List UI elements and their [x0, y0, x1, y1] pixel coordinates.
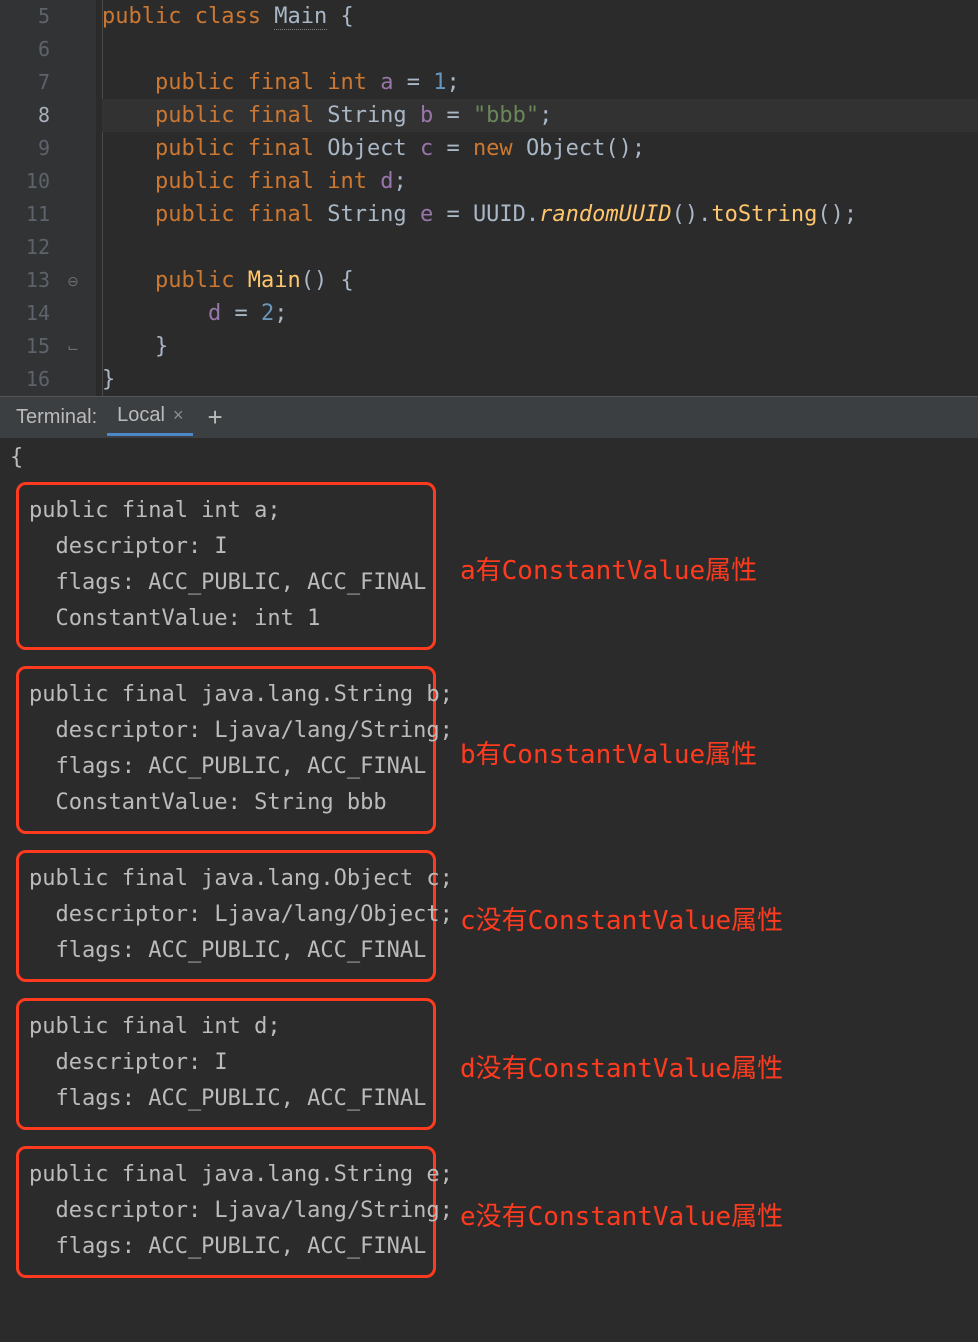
code-line[interactable]: public final String e = UUID.randomUUID(… [102, 198, 978, 231]
terminal-text: public final int d; [29, 1009, 423, 1045]
terminal-text: ConstantValue: String bbb [29, 785, 423, 821]
code-line[interactable]: public final int a = 1; [102, 66, 978, 99]
code-area[interactable]: public class Main { public final int a =… [96, 0, 978, 396]
code-line[interactable]: public final int d; [102, 165, 978, 198]
code-line[interactable] [102, 231, 978, 264]
field-info-box: public final java.lang.Object c; descrip… [16, 850, 436, 982]
line-number: 7 [0, 66, 50, 99]
code-line[interactable]: } [102, 363, 978, 396]
annotation-label: d没有ConstantValue属性 [460, 1048, 783, 1085]
terminal-label: Terminal: [6, 406, 107, 429]
code-line[interactable]: public Main() { [102, 264, 978, 297]
terminal-text: flags: ACC_PUBLIC, ACC_FINAL [29, 1081, 423, 1117]
terminal-text: descriptor: Ljava/lang/String; [29, 1193, 423, 1229]
field-info-box: public final int d; descriptor: I flags:… [16, 998, 436, 1130]
code-line[interactable]: public final Object c = new Object(); [102, 132, 978, 165]
terminal-text: { [10, 444, 968, 472]
close-tab-icon[interactable]: × [173, 405, 184, 426]
field-info-box: public final java.lang.String e; descrip… [16, 1146, 436, 1278]
annotation-label: e没有ConstantValue属性 [460, 1196, 783, 1233]
code-line[interactable]: d = 2; [102, 297, 978, 330]
terminal-text: descriptor: I [29, 529, 423, 565]
terminal-tab-local[interactable]: Local × [107, 400, 193, 436]
terminal-text: flags: ACC_PUBLIC, ACC_FINAL [29, 1229, 423, 1265]
code-line[interactable]: public final String b = "bbb"; [102, 99, 978, 132]
field-info-box: public final java.lang.String b; descrip… [16, 666, 436, 834]
field-info-box: public final int a; descriptor: I flags:… [16, 482, 436, 650]
line-number: 12 [0, 231, 50, 264]
annotation-label: c没有ConstantValue属性 [460, 900, 783, 937]
line-number: 10 [0, 165, 50, 198]
line-number: 8 [0, 99, 50, 132]
terminal-text: descriptor: I [29, 1045, 423, 1081]
terminal-tab-label: Local [117, 404, 165, 427]
line-number: 15 [0, 330, 50, 363]
terminal-text: descriptor: Ljava/lang/Object; [29, 897, 423, 933]
line-number: 16 [0, 363, 50, 396]
code-line[interactable]: } [102, 330, 978, 363]
code-line[interactable]: public class Main { [102, 0, 978, 33]
terminal-text: descriptor: Ljava/lang/String; [29, 713, 423, 749]
terminal-body[interactable]: { public final int a; descriptor: I flag… [0, 438, 978, 1342]
fold-collapse-icon[interactable]: ⊖ [66, 274, 80, 288]
annotation-label: b有ConstantValue属性 [460, 734, 757, 771]
terminal-text: ConstantValue: int 1 [29, 601, 423, 637]
line-number: 5 [0, 0, 50, 33]
line-number: 11 [0, 198, 50, 231]
terminal-text: public final java.lang.Object c; [29, 861, 423, 897]
line-number: 9 [0, 132, 50, 165]
terminal-text: public final int a; [29, 493, 423, 529]
terminal-text: public final java.lang.String e; [29, 1157, 423, 1193]
code-editor[interactable]: 5678910111213141516 public class Main { … [0, 0, 978, 396]
fold-column [60, 0, 96, 396]
line-number: 6 [0, 33, 50, 66]
line-number: 13 [0, 264, 50, 297]
new-terminal-tab-icon[interactable]: + [193, 402, 236, 433]
fold-end-icon[interactable]: ⌙ [66, 340, 80, 354]
terminal-text: flags: ACC_PUBLIC, ACC_FINAL [29, 933, 423, 969]
annotation-label: a有ConstantValue属性 [460, 550, 757, 587]
line-number: 14 [0, 297, 50, 330]
terminal-text: flags: ACC_PUBLIC, ACC_FINAL [29, 749, 423, 785]
terminal-tabs-bar: Terminal: Local × + [0, 396, 978, 438]
terminal-text: flags: ACC_PUBLIC, ACC_FINAL [29, 565, 423, 601]
code-line[interactable] [102, 33, 978, 66]
terminal-text: public final java.lang.String b; [29, 677, 423, 713]
